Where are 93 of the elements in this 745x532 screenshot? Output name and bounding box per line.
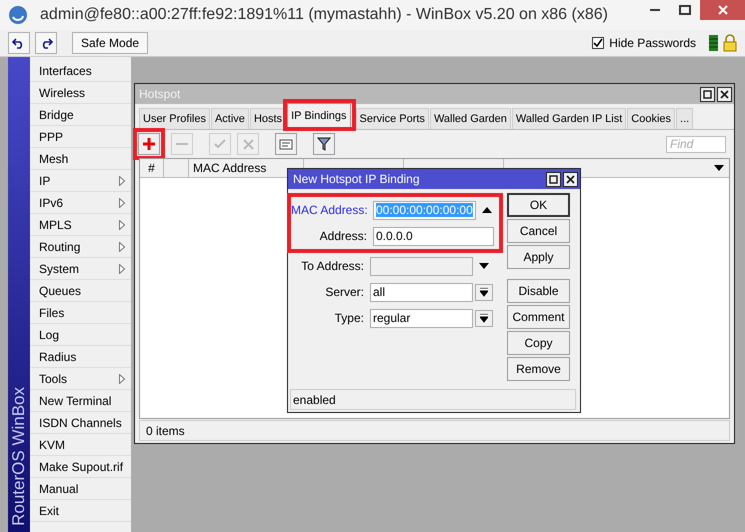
stacked-bars-icon bbox=[709, 35, 718, 51]
column-header[interactable]: # bbox=[140, 159, 164, 177]
tab[interactable]: ... bbox=[676, 108, 694, 129]
field-label: To Address: bbox=[300, 259, 365, 273]
tab[interactable]: User Profiles bbox=[139, 108, 210, 129]
comment-button[interactable] bbox=[275, 133, 297, 155]
input-field[interactable]: all bbox=[370, 282, 473, 302]
menu-item[interactable]: MPLS bbox=[30, 214, 131, 236]
dialog-button[interactable]: Remove bbox=[507, 357, 570, 381]
menu-item[interactable]: Tools bbox=[30, 368, 131, 390]
dropdown-button[interactable] bbox=[475, 310, 493, 326]
maximize-button[interactable] bbox=[700, 86, 715, 102]
menu-item[interactable]: New Terminal bbox=[30, 390, 131, 412]
close-icon bbox=[566, 174, 575, 184]
check-icon bbox=[214, 139, 226, 149]
menu-item[interactable]: Bridge bbox=[30, 104, 131, 126]
dialog-button[interactable]: Copy bbox=[507, 331, 570, 355]
close-button[interactable] bbox=[563, 172, 578, 186]
note-icon bbox=[279, 138, 293, 150]
dropdown-icon bbox=[480, 314, 488, 322]
plus-icon bbox=[143, 138, 155, 150]
menu-item[interactable]: Log bbox=[30, 324, 131, 346]
tab[interactable]: Cookies bbox=[627, 108, 676, 129]
close-button[interactable] bbox=[717, 86, 732, 102]
filter-icon bbox=[317, 137, 331, 151]
menu-item[interactable]: KVM bbox=[30, 434, 131, 456]
menu-item[interactable]: Manual bbox=[30, 478, 131, 500]
undo-button[interactable] bbox=[8, 32, 30, 54]
tab[interactable]: IP Bindings bbox=[287, 103, 351, 127]
menu-item[interactable]: IPv6 bbox=[30, 192, 131, 214]
menu-item[interactable]: Routing bbox=[30, 236, 131, 258]
menu-item[interactable]: System bbox=[30, 258, 131, 280]
tab[interactable]: Walled Garden bbox=[430, 108, 511, 129]
check-icon bbox=[593, 38, 604, 48]
dialog-button[interactable]: Apply bbox=[507, 245, 570, 269]
menu-item[interactable]: Exit bbox=[30, 500, 131, 522]
cross-icon bbox=[242, 138, 254, 150]
tab[interactable]: Walled Garden IP List bbox=[512, 108, 626, 129]
tab[interactable]: Service Ports bbox=[356, 108, 429, 129]
submenu-arrow-icon bbox=[119, 374, 125, 384]
submenu-arrow-icon bbox=[119, 176, 125, 186]
dialog-button[interactable]: Comment bbox=[507, 305, 570, 329]
submenu-arrow-icon bbox=[119, 264, 125, 274]
submenu-arrow-icon bbox=[119, 220, 125, 230]
submenu-arrow-icon bbox=[119, 198, 125, 208]
window-title: admin@fe80::a00:27ff:fe92:1891%11 (mymastahh) - WinBox v5.20 on x86 (x86) bbox=[39, 6, 609, 24]
status-text: 0 items bbox=[139, 420, 730, 441]
menu-item[interactable]: Queues bbox=[30, 280, 131, 302]
lock-icon bbox=[723, 34, 737, 52]
dialog-button[interactable]: Cancel bbox=[507, 219, 570, 243]
caret-icon bbox=[714, 165, 724, 171]
menu-item[interactable]: Interfaces bbox=[30, 60, 131, 82]
redo-button[interactable] bbox=[35, 32, 57, 54]
maximize-button[interactable] bbox=[546, 172, 561, 186]
close-icon bbox=[718, 5, 728, 15]
dialog-button[interactable]: Disable bbox=[507, 279, 570, 303]
add-button[interactable] bbox=[138, 133, 160, 155]
app-icon bbox=[8, 5, 28, 25]
checkbox-label: Hide Passwords bbox=[609, 36, 696, 50]
submenu-arrow-icon bbox=[119, 242, 125, 252]
menu-item[interactable]: Mesh bbox=[30, 148, 131, 170]
menu-item[interactable]: ISDN Channels bbox=[30, 412, 131, 434]
safe-mode-button[interactable]: Safe Mode bbox=[72, 32, 148, 54]
menu-item[interactable]: PPP bbox=[30, 126, 131, 148]
input-field[interactable]: 0.0.0.0 bbox=[373, 226, 494, 246]
up-arrow-icon bbox=[482, 206, 492, 214]
maximize-icon bbox=[549, 174, 558, 184]
brand-label: RouterOS WinBox bbox=[9, 387, 29, 526]
maximize-icon bbox=[679, 5, 691, 15]
menu-item[interactable]: IP bbox=[30, 170, 131, 192]
close-icon bbox=[720, 90, 729, 98]
window-title: Hotspot bbox=[139, 87, 182, 101]
down-arrow-icon bbox=[479, 262, 489, 270]
dialog-button[interactable]: OK bbox=[507, 193, 570, 217]
input-field[interactable]: regular bbox=[370, 308, 473, 328]
filter-button[interactable] bbox=[313, 133, 335, 155]
minimize-icon bbox=[650, 9, 660, 11]
status-text: enabled bbox=[290, 389, 576, 410]
tab[interactable]: Active bbox=[210, 108, 249, 129]
dropdown-icon bbox=[480, 288, 488, 296]
field-label: Server: bbox=[324, 285, 365, 299]
field-label: Address: bbox=[318, 229, 368, 243]
menu-item[interactable]: Radius bbox=[30, 346, 131, 368]
maximize-icon bbox=[703, 90, 712, 98]
menu-item[interactable]: Wireless bbox=[30, 82, 131, 104]
dropdown-button[interactable] bbox=[475, 284, 493, 300]
menu-item[interactable]: Files bbox=[30, 302, 131, 324]
find-field[interactable]: Find bbox=[666, 136, 726, 152]
checkbox[interactable] bbox=[592, 37, 604, 49]
minus-icon bbox=[176, 143, 188, 145]
menu-item[interactable]: Make Supout.rif bbox=[30, 456, 131, 478]
field-label: MAC Address: bbox=[291, 203, 369, 217]
field-label: Type: bbox=[334, 311, 365, 325]
